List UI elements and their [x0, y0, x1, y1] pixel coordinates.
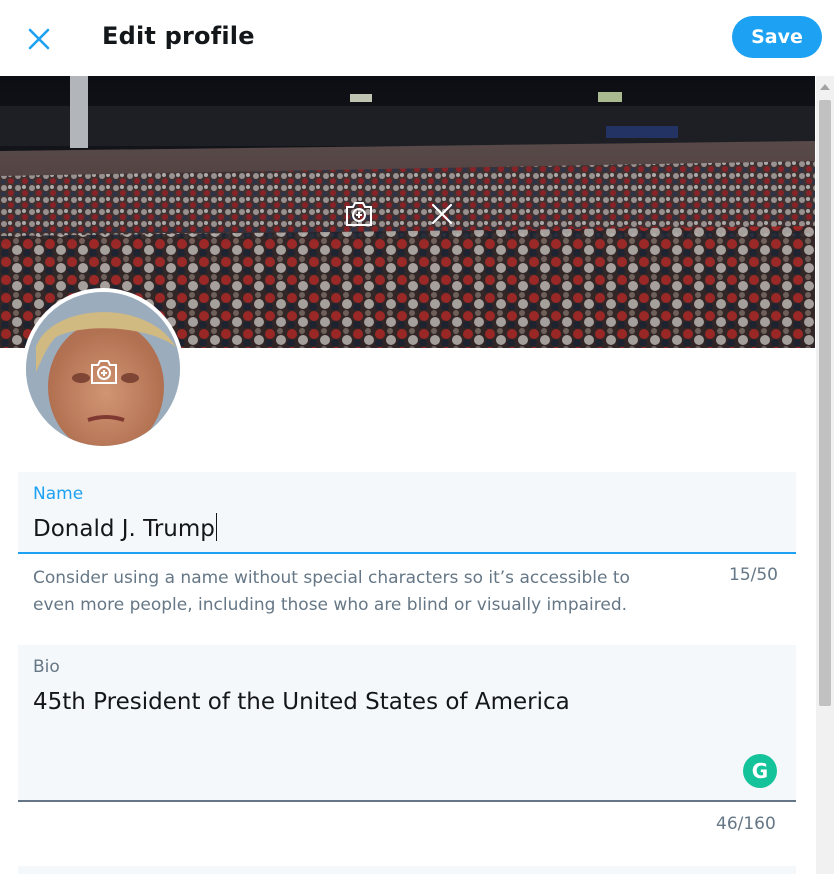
save-button[interactable]: Save	[732, 16, 822, 58]
camera-add-icon	[91, 360, 117, 384]
close-icon	[28, 28, 50, 50]
name-character-count: 15/50	[729, 565, 778, 585]
close-button[interactable]	[18, 18, 60, 60]
location-field-partial[interactable]	[18, 866, 796, 874]
banner-remove-button[interactable]	[422, 194, 462, 234]
avatar-upload-button[interactable]	[84, 352, 124, 392]
scroll-up-arrow-icon[interactable]	[816, 80, 834, 94]
grammarly-icon[interactable]: G	[743, 754, 777, 788]
bio-input[interactable]: 45th President of the United States of A…	[33, 689, 570, 715]
name-field-label: Name	[33, 484, 84, 504]
page-title: Edit profile	[102, 22, 255, 50]
avatar[interactable]	[22, 288, 184, 450]
scrollbar-thumb[interactable]	[819, 100, 831, 706]
bio-character-count: 46/160	[716, 814, 776, 834]
scrollbar[interactable]	[816, 76, 834, 874]
name-input[interactable]: Donald J. Trump	[33, 513, 218, 542]
name-help-line-1: Consider using a name without special ch…	[33, 568, 630, 588]
modal-header: Edit profile Save	[0, 0, 834, 76]
name-help-text: Consider using a name without special ch…	[33, 565, 693, 619]
banner-upload-button[interactable]	[339, 194, 379, 234]
name-field[interactable]: Name Donald J. Trump	[18, 472, 796, 554]
camera-add-icon	[346, 202, 372, 226]
name-input-value: Donald J. Trump	[33, 516, 215, 542]
close-icon	[431, 203, 453, 225]
bio-field[interactable]: Bio 45th President of the United States …	[18, 645, 796, 802]
name-help-line-2: even more people, including those who ar…	[33, 595, 628, 615]
text-caret	[215, 513, 218, 541]
bio-field-label: Bio	[33, 657, 60, 677]
